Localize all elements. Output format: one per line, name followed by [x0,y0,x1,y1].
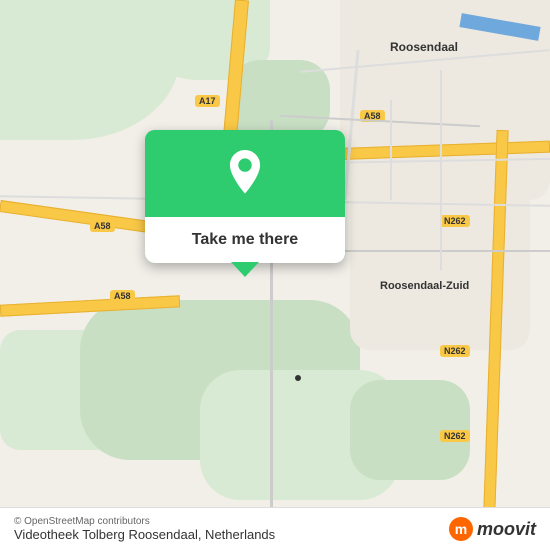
map-container: A17 A58 A58 A58 N262 N262 N262 Roosendaa… [0,0,550,550]
moovit-m-icon: m [449,517,473,541]
road-label-a17: A17 [195,95,220,107]
take-me-there-button[interactable]: Take me there [165,229,325,251]
moovit-text: moovit [477,519,536,540]
city-label-roosendaal-zuid: Roosendaal-Zuid [380,280,469,292]
road-label-n262-top: N262 [440,215,470,227]
city-label-roosendaal: Roosendaal [390,40,458,54]
map-background: A17 A58 A58 A58 N262 N262 N262 Roosendaa… [0,0,550,550]
road-label-n262-mid: N262 [440,345,470,357]
popup-button-area[interactable]: Take me there [145,217,345,263]
location-pin-icon [219,150,271,202]
bottom-bar: © OpenStreetMap contributors Videotheek … [0,507,550,550]
bottom-info: © OpenStreetMap contributors Videotheek … [14,516,275,542]
popup-card: Take me there [145,130,345,263]
place-name: Videotheek Tolberg Roosendaal, Netherlan… [14,527,275,542]
road-label-a58-bot: A58 [110,290,135,302]
road-label-a58-mid: A58 [90,220,115,232]
osm-credit: © OpenStreetMap contributors [14,516,275,527]
popup-icon-area [145,130,345,217]
road-label-n262-bot: N262 [440,430,470,442]
moovit-logo: m moovit [449,517,536,541]
